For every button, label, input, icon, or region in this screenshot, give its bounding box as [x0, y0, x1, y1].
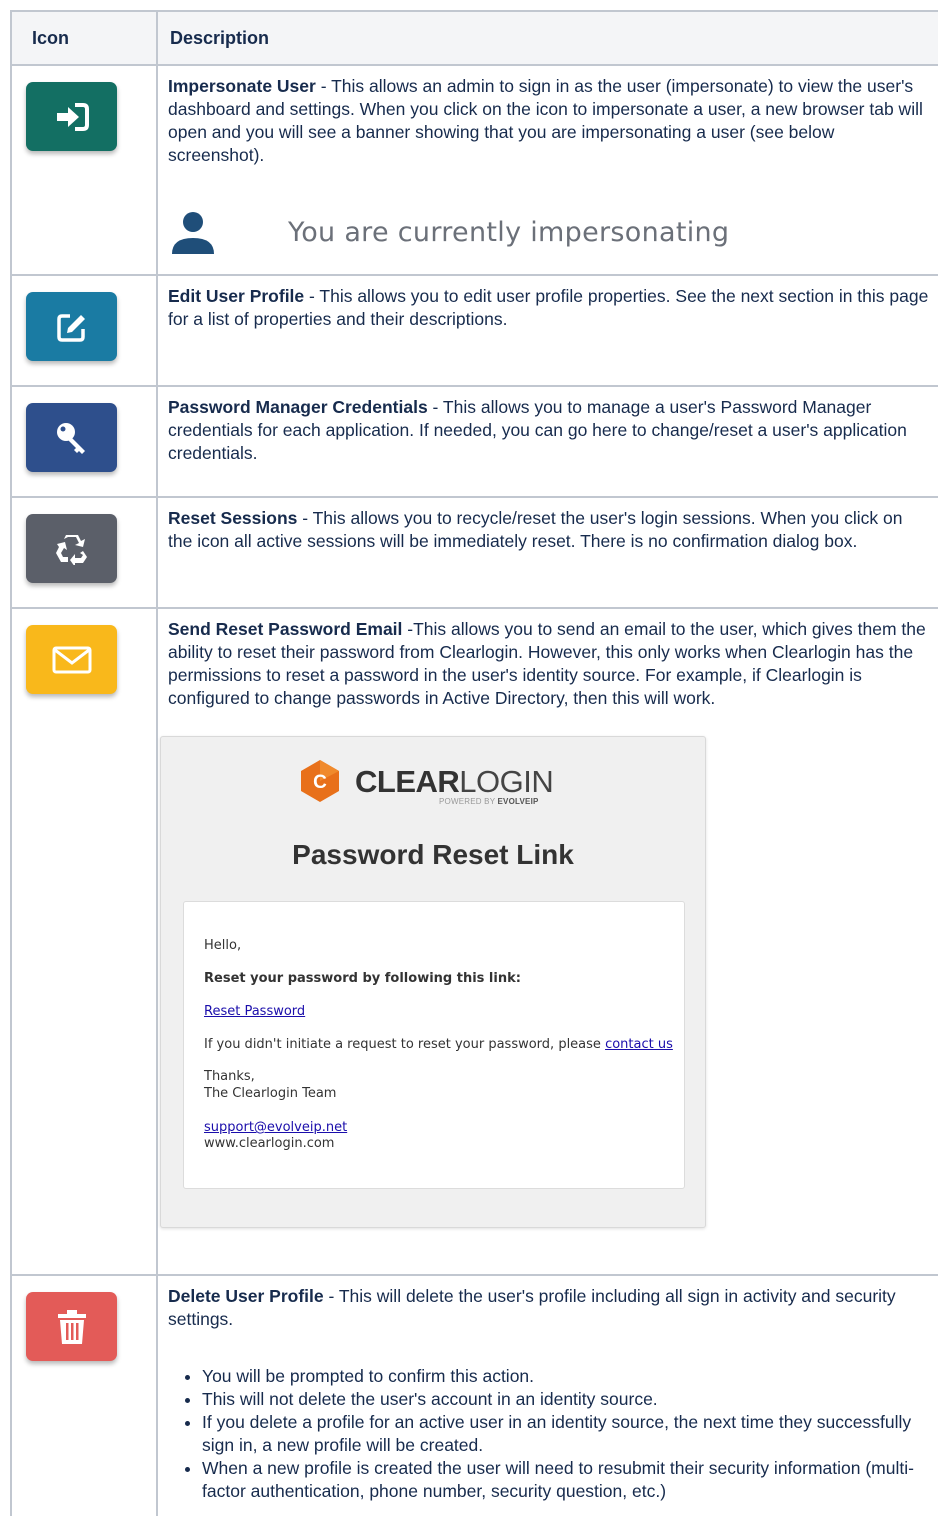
description-column-header: Description	[156, 10, 938, 66]
description-cell: Impersonate User - This allows an admin …	[156, 64, 938, 276]
table-row: Impersonate User - This allows an admin …	[10, 64, 938, 276]
table-row: Password Manager Credentials - This allo…	[10, 385, 938, 498]
delete-notes-list: You will be prompted to confirm this act…	[158, 1365, 938, 1503]
support-email-link[interactable]: support@evolveip.net	[204, 1120, 347, 1135]
recycle-icon	[55, 534, 87, 565]
password-manager-credentials-button[interactable]	[26, 403, 117, 472]
sign-in-icon	[56, 102, 89, 131]
clearlogin-hexagon-icon: C	[301, 760, 339, 802]
email-thanks: Thanks,	[204, 1069, 255, 1084]
row-title: Impersonate User	[168, 76, 316, 96]
key-icon	[56, 422, 85, 454]
icon-cell	[10, 607, 158, 1276]
row-title: Password Manager Credentials	[168, 397, 428, 417]
powered-by-text: POWERED BY EVOLVEIP	[439, 797, 539, 806]
description-cell: Edit User Profile - This allows you to e…	[156, 274, 938, 387]
header-row: Icon Description	[10, 10, 938, 66]
person-icon	[172, 212, 214, 254]
table-row: Reset Sessions - This allows you to recy…	[10, 496, 938, 609]
logo-mark-letter: C	[313, 772, 327, 793]
impersonate-user-button[interactable]	[26, 82, 117, 151]
envelope-icon	[52, 646, 91, 673]
logo-light-text: LOGIN	[459, 763, 554, 799]
email-team: The Clearlogin Team	[204, 1086, 337, 1101]
logo-bold-text: CLEAR	[355, 763, 460, 799]
row-title: Edit User Profile	[168, 286, 305, 306]
icon-cell	[10, 385, 158, 498]
row-description: Edit User Profile - This allows you to e…	[158, 276, 938, 331]
list-item: You will be prompted to confirm this act…	[202, 1365, 938, 1388]
row-description: Impersonate User - This allows an admin …	[158, 66, 938, 167]
impersonation-text: You are currently impersonating	[288, 216, 730, 248]
send-reset-password-email-button[interactable]	[26, 625, 117, 694]
reset-password-link[interactable]: Reset Password	[204, 1004, 305, 1019]
row-description: Delete User Profile - This will delete t…	[158, 1276, 938, 1331]
email-instruction: Reset your password by following this li…	[204, 971, 521, 986]
edit-user-profile-button[interactable]	[26, 292, 117, 361]
icon-description-table: Icon Description Impersonate User - This…	[10, 10, 938, 1516]
table-row: Send Reset Password Email -This allows y…	[10, 607, 938, 1276]
email-note: If you didn't initiate a request to rese…	[204, 1037, 673, 1052]
icon-cell	[10, 64, 158, 276]
row-description: Send Reset Password Email -This allows y…	[158, 609, 938, 710]
row-title: Delete User Profile	[168, 1286, 324, 1306]
contact-us-link[interactable]: contact us	[605, 1037, 673, 1052]
row-description: Password Manager Credentials - This allo…	[158, 387, 938, 465]
website-text: www.clearlogin.com	[204, 1136, 335, 1151]
description-cell: Send Reset Password Email -This allows y…	[156, 607, 938, 1276]
powered-prefix: POWERED BY	[439, 797, 498, 806]
icon-cell	[10, 496, 158, 609]
email-title: Password Reset Link	[292, 839, 574, 870]
row-title: Send Reset Password Email	[168, 619, 403, 639]
table-row: Delete User Profile - This will delete t…	[10, 1274, 938, 1516]
description-cell: Reset Sessions - This allows you to recy…	[156, 496, 938, 609]
table-row: Edit User Profile - This allows you to e…	[10, 274, 938, 387]
trash-icon	[57, 1309, 86, 1344]
password-reset-email-screenshot: C CLEARLOGIN POWERED BY EVOLVEIP Passwor…	[160, 736, 706, 1228]
list-item: When a new profile is created the user w…	[202, 1457, 938, 1503]
icon-cell	[10, 1274, 158, 1516]
description-cell: Password Manager Credentials - This allo…	[156, 385, 938, 498]
icon-column-header: Icon	[10, 10, 158, 66]
email-body-card: Hello, Reset your password by following …	[183, 901, 685, 1189]
edit-icon	[56, 313, 85, 342]
icon-cell	[10, 274, 158, 387]
email-greeting: Hello,	[204, 938, 242, 953]
description-cell: Delete User Profile - This will delete t…	[156, 1274, 938, 1516]
row-description: Reset Sessions - This allows you to recy…	[158, 498, 938, 553]
reset-sessions-button[interactable]	[26, 514, 117, 583]
row-title: Reset Sessions	[168, 508, 298, 528]
list-item: This will not delete the user's account …	[202, 1388, 938, 1411]
email-note-text: If you didn't initiate a request to rese…	[204, 1037, 606, 1052]
delete-user-profile-button[interactable]	[26, 1292, 117, 1361]
powered-brand: EVOLVEIP	[497, 797, 539, 806]
logo-wordmark: CLEARLOGIN	[355, 763, 554, 799]
impersonation-banner: You are currently impersonating	[158, 197, 938, 267]
list-item: If you delete a profile for an active us…	[202, 1411, 938, 1457]
